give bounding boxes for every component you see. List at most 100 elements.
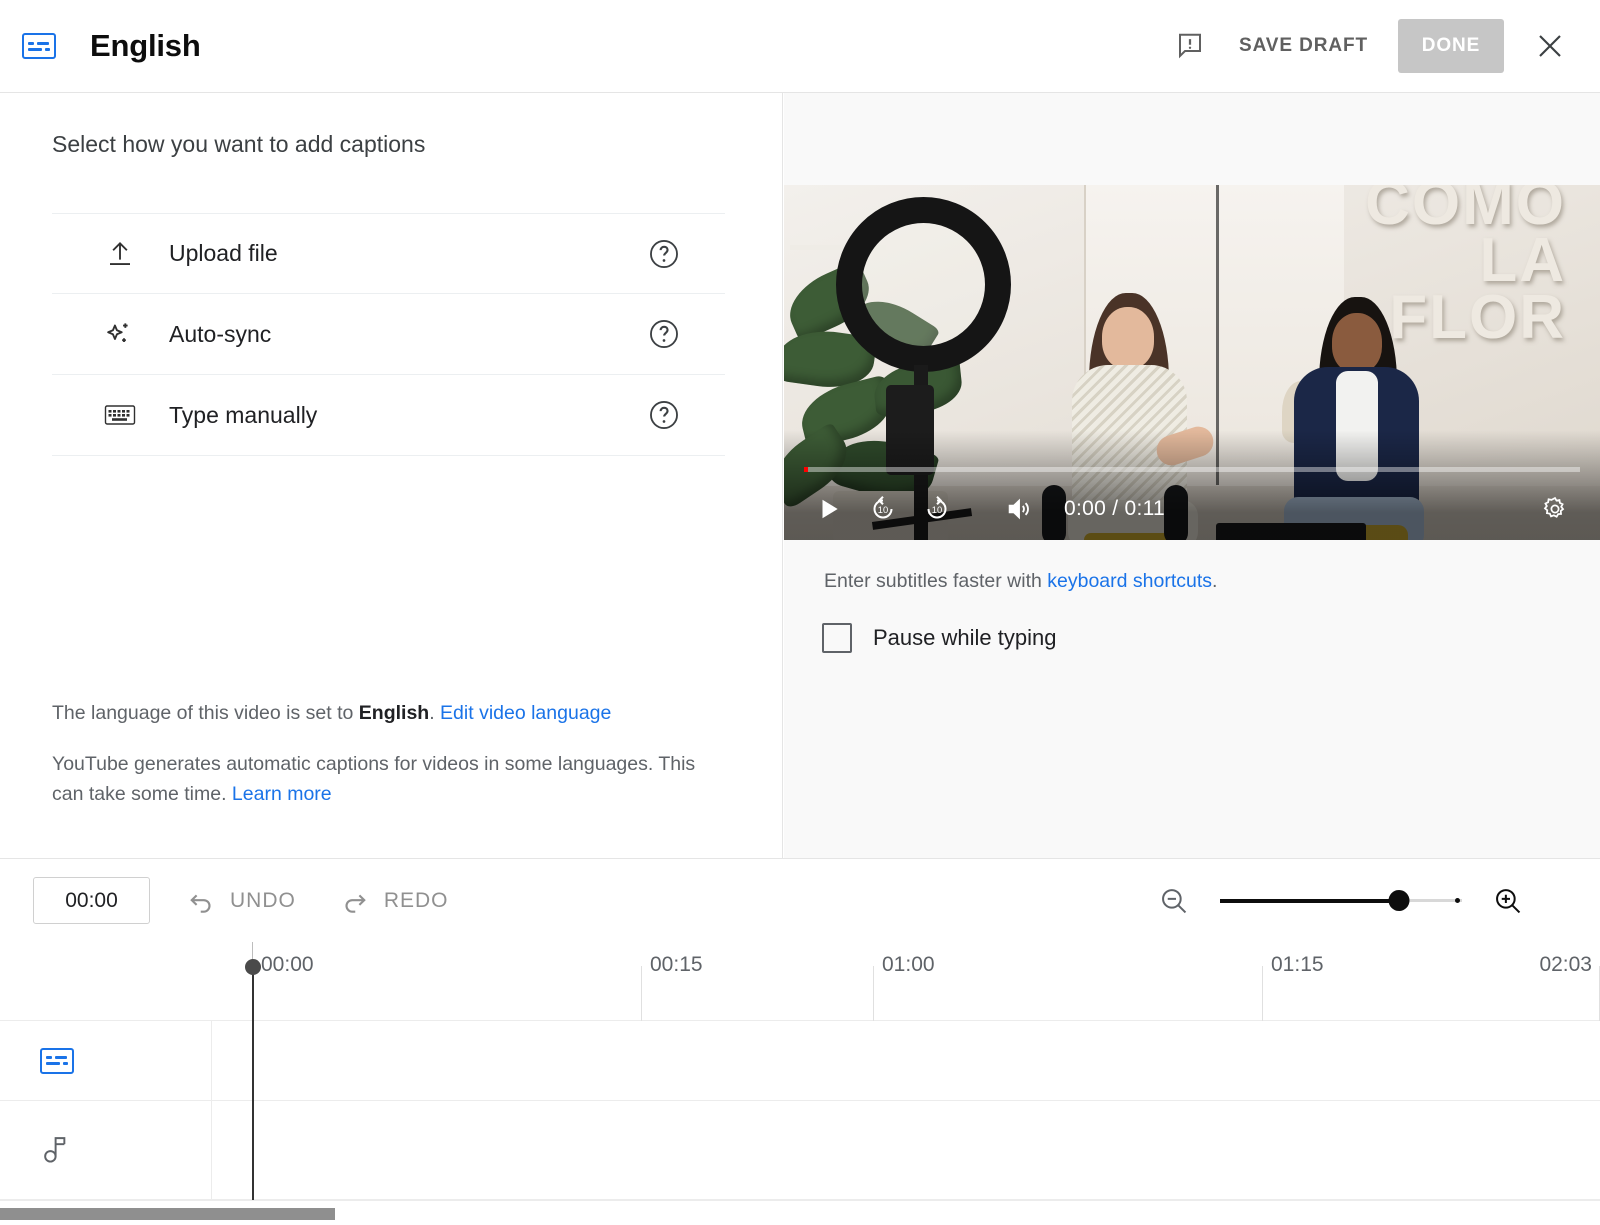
shortcut-prefix: Enter subtitles faster with bbox=[824, 570, 1047, 592]
help-circle-icon[interactable] bbox=[647, 317, 681, 351]
help-circle-icon[interactable] bbox=[647, 237, 681, 271]
option-type-manually[interactable]: Type manually bbox=[52, 375, 725, 456]
track-header bbox=[0, 1021, 212, 1100]
keyboard-shortcuts-hint: Enter subtitles faster with keyboard sho… bbox=[824, 570, 1217, 593]
option-upload-file[interactable]: Upload file bbox=[52, 213, 725, 294]
close-button[interactable] bbox=[1522, 18, 1578, 74]
shortcut-suffix: . bbox=[1212, 570, 1217, 592]
header-actions: SAVE DRAFT DONE bbox=[1163, 18, 1600, 74]
zoom-controls bbox=[1150, 877, 1600, 925]
undo-arrow-icon bbox=[186, 886, 216, 916]
learn-more-link[interactable]: Learn more bbox=[232, 783, 332, 805]
undo-button[interactable]: UNDO bbox=[186, 886, 296, 916]
track-header bbox=[0, 1101, 212, 1199]
music-note-icon bbox=[40, 1133, 70, 1167]
option-label: Type manually bbox=[169, 402, 317, 429]
zoom-slider-tick bbox=[1455, 898, 1460, 903]
feedback-exclamation-icon bbox=[1175, 31, 1205, 61]
app-header: English SAVE DRAFT DONE bbox=[0, 0, 1600, 93]
play-icon bbox=[816, 496, 842, 522]
play-button[interactable] bbox=[802, 482, 856, 536]
svg-text:10: 10 bbox=[878, 505, 888, 515]
closed-captions-icon bbox=[22, 33, 56, 59]
video-time-display: 0:00 / 0:11 bbox=[1064, 497, 1165, 521]
option-auto-sync[interactable]: Auto-sync bbox=[52, 294, 725, 375]
ruler-tick: 01:15 bbox=[1262, 966, 1263, 1021]
person-one bbox=[1102, 307, 1154, 369]
video-controls: 10 10 bbox=[784, 478, 1600, 540]
playhead-handle[interactable] bbox=[245, 959, 261, 975]
panel-heading: Select how you want to add captions bbox=[52, 131, 425, 158]
rewind-10-button[interactable]: 10 bbox=[856, 482, 910, 536]
track-lane[interactable] bbox=[212, 1021, 1600, 1100]
pause-while-typing-row[interactable]: Pause while typing bbox=[822, 623, 1056, 653]
scrollbar-thumb[interactable] bbox=[0, 1208, 335, 1220]
pause-while-typing-label: Pause while typing bbox=[873, 625, 1056, 651]
option-label: Upload file bbox=[169, 240, 278, 267]
ruler-tick: 01:00 bbox=[873, 966, 874, 1021]
timeline-ruler[interactable]: 00:00 00:15 01:00 01:15 02:03 bbox=[0, 942, 1600, 1021]
keyboard-shortcuts-link[interactable]: keyboard shortcuts bbox=[1047, 570, 1212, 592]
ruler-tick-label: 01:00 bbox=[882, 953, 935, 977]
auto-captions-text: YouTube generates automatic captions for… bbox=[52, 753, 695, 805]
video-language-note: The language of this video is set to Eng… bbox=[52, 700, 611, 727]
track-lane[interactable] bbox=[212, 1101, 1600, 1199]
send-feedback-button[interactable] bbox=[1163, 19, 1217, 73]
volume-button[interactable] bbox=[992, 482, 1046, 536]
timeline-track-captions[interactable] bbox=[0, 1021, 1600, 1101]
pause-while-typing-checkbox[interactable] bbox=[822, 623, 852, 653]
volume-icon bbox=[1005, 495, 1033, 523]
zoom-slider[interactable] bbox=[1220, 886, 1462, 916]
ring-light bbox=[836, 197, 1011, 372]
ruler-tick-label: 01:15 bbox=[1271, 953, 1324, 977]
zoom-out-button[interactable] bbox=[1150, 877, 1198, 925]
redo-arrow-icon bbox=[340, 886, 370, 916]
help-circle-icon[interactable] bbox=[647, 398, 681, 432]
ruler-tick-label: 00:15 bbox=[650, 953, 703, 977]
timeline-playhead[interactable] bbox=[252, 968, 254, 1200]
timeline-toolbar: 00:00 UNDO REDO bbox=[0, 858, 1600, 942]
closed-captions-icon bbox=[40, 1048, 74, 1074]
save-draft-button[interactable]: SAVE DRAFT bbox=[1217, 35, 1390, 57]
close-x-icon bbox=[1534, 30, 1566, 62]
redo-label: REDO bbox=[384, 889, 449, 913]
edit-video-language-link[interactable]: Edit video language bbox=[440, 702, 611, 724]
upload-arrow-icon bbox=[96, 239, 144, 269]
keyboard-icon bbox=[96, 402, 144, 428]
current-time-input[interactable]: 00:00 bbox=[33, 877, 150, 924]
done-button[interactable]: DONE bbox=[1398, 19, 1504, 73]
captions-editor-page: English SAVE DRAFT DONE bbox=[0, 0, 1600, 1225]
caption-method-list: Upload file Auto-sy bbox=[52, 213, 725, 456]
zoom-out-magnifier-icon bbox=[1158, 885, 1190, 917]
person-two bbox=[1332, 313, 1382, 373]
timeline-horizontal-scrollbar[interactable] bbox=[0, 1200, 1600, 1225]
zoom-slider-fill bbox=[1220, 899, 1399, 903]
gear-icon bbox=[1541, 495, 1569, 523]
zoom-in-button[interactable] bbox=[1484, 877, 1532, 925]
forward-10-icon: 10 bbox=[922, 494, 952, 524]
sparkles-auto-sync-icon bbox=[96, 318, 144, 350]
video-settings-button[interactable] bbox=[1528, 482, 1582, 536]
timeline-track-audio[interactable] bbox=[0, 1101, 1600, 1200]
language-value: English bbox=[359, 702, 429, 724]
video-progress-bar[interactable] bbox=[804, 467, 1580, 472]
ruler-tick-label: 00:00 bbox=[261, 953, 314, 977]
ruler-tick-label: 02:03 bbox=[1539, 953, 1592, 977]
auto-captions-note: YouTube generates automatic captions for… bbox=[52, 750, 732, 809]
add-captions-panel: Select how you want to add captions Uplo… bbox=[0, 93, 783, 858]
replay-10-icon: 10 bbox=[868, 494, 898, 524]
video-progress-played bbox=[804, 467, 808, 472]
svg-text:10: 10 bbox=[932, 505, 942, 515]
zoom-in-magnifier-icon bbox=[1492, 885, 1524, 917]
page-title: English bbox=[90, 28, 201, 64]
timeline-tracks bbox=[0, 1021, 1600, 1200]
zoom-slider-thumb[interactable] bbox=[1389, 890, 1410, 911]
forward-10-button[interactable]: 10 bbox=[910, 482, 964, 536]
video-preview-panel: COMOLAFLOR bbox=[784, 93, 1600, 858]
option-label: Auto-sync bbox=[169, 321, 271, 348]
language-note-suffix: . bbox=[429, 702, 440, 724]
video-player[interactable]: COMOLAFLOR bbox=[784, 185, 1600, 540]
wall-text-como-la-flor: COMOLAFLOR bbox=[1365, 185, 1566, 346]
language-note-prefix: The language of this video is set to bbox=[52, 702, 359, 724]
redo-button[interactable]: REDO bbox=[340, 886, 449, 916]
